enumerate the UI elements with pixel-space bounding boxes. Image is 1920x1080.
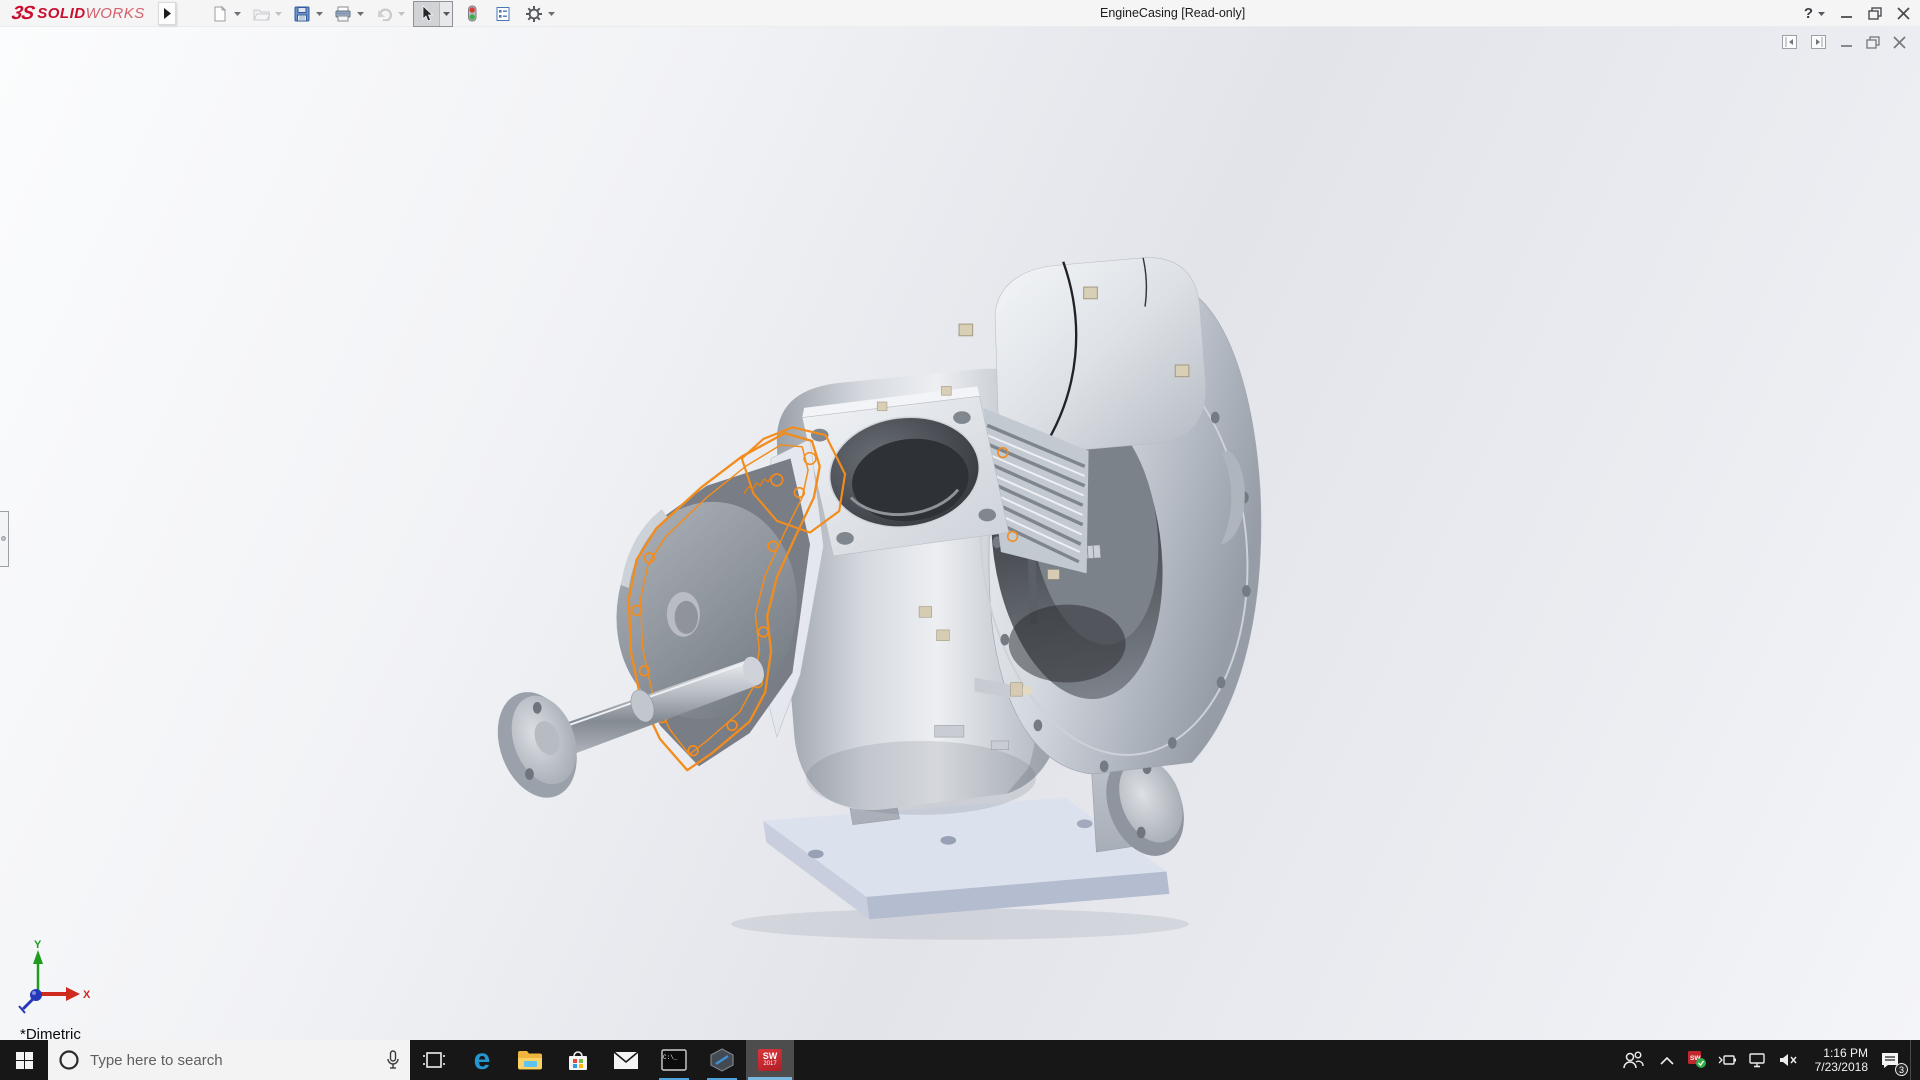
taskbar-app-command-prompt[interactable]: C:\_ [650,1040,698,1080]
show-hidden-icons-button[interactable] [1652,1040,1682,1080]
microphone-icon[interactable] [386,1050,400,1070]
logo-mark: 3S [9,2,36,24]
print-icon [335,6,351,21]
file-explorer-icon [518,1051,542,1070]
flyout-arrow-icon [164,8,171,19]
select-cursor-icon [422,5,434,22]
taskbar-clock[interactable]: 1:16 PM 7/23/2018 [1804,1040,1870,1080]
new-document-button[interactable] [208,2,232,26]
undo-icon [377,8,392,21]
taskbar-app-edge[interactable]: e [458,1040,506,1080]
chevron-up-icon [1660,1056,1674,1065]
graphics-viewport[interactable]: Y X *Dimetric [0,27,1920,1043]
orientation-triad: Y X [18,939,91,1014]
open-folder-icon [252,9,270,20]
open-button[interactable] [249,2,273,26]
rebuild-traffic-light-icon [468,5,477,22]
task-view-icon [423,1052,445,1068]
options-button[interactable] [522,2,546,26]
taskbar-app-solidworks[interactable]: SW 2017 [746,1040,794,1080]
network-icon [1749,1052,1765,1067]
new-document-caret[interactable] [232,2,242,26]
y-axis-arrow [33,950,43,964]
minimize-window-button[interactable] [1840,7,1853,20]
taskbar-search[interactable] [48,1040,410,1080]
volume-tray[interactable] [1772,1040,1804,1080]
quick-access-toolbar [208,0,563,27]
document-title: EngineCasing [Read-only] [1100,6,1246,20]
windows-taskbar: e C:\_ [0,1040,1920,1080]
close-window-button[interactable] [1897,7,1910,20]
taskbar-app-mail[interactable] [602,1040,650,1080]
taskbar-app-hexagon[interactable] [698,1040,746,1080]
options-caret[interactable] [546,2,556,26]
select-tool-group [413,0,453,27]
people-icon [1623,1051,1644,1069]
cortana-icon [59,1050,79,1070]
speaker-muted-icon [1780,1054,1797,1066]
title-bar: 3S SOLID WORKS EngineCasing [Read-only] … [0,0,1920,27]
start-button[interactable] [0,1040,48,1080]
triad-y-label: Y [34,939,42,951]
solidworks-window: 3S SOLID WORKS EngineCasing [Read-only] … [0,0,1920,1080]
print-button[interactable] [331,2,355,26]
notification-badge: 3 [1895,1063,1908,1076]
help-button[interactable]: ? [1804,5,1813,22]
hexagon-app-icon [710,1048,734,1072]
save-button[interactable] [290,2,314,26]
edge-icon: e [473,1043,491,1076]
solidworks-logo: 3S SOLID WORKS [9,2,145,24]
mail-icon [613,1050,639,1069]
solidworks-icon: SW 2017 [758,1049,782,1071]
task-view-button[interactable] [410,1040,458,1080]
triad-x-label: X [83,989,91,1001]
open-caret[interactable] [273,2,283,26]
taskbar-app-store[interactable] [554,1040,602,1080]
show-desktop-button[interactable] [1910,1040,1920,1080]
people-button[interactable] [1614,1040,1652,1080]
rebuild-button[interactable] [460,2,484,26]
save-caret[interactable] [314,2,324,26]
command-prompt-glyph: C:\_ [663,1054,678,1061]
solidworks-monitor-tray[interactable]: SW [1682,1040,1712,1080]
pane-left-button[interactable] [1782,35,1798,50]
x-axis-arrow [66,987,80,1001]
print-caret[interactable] [355,2,365,26]
close-document-button[interactable] [1893,36,1906,49]
undo-caret[interactable] [396,2,406,26]
store-icon [569,1051,587,1070]
undo-button[interactable] [372,2,396,26]
clock-time: 1:16 PM [1823,1046,1868,1060]
pane-right-button[interactable] [1811,35,1827,50]
file-properties-icon [496,6,510,21]
battery-plug-icon [1718,1055,1736,1065]
clock-date: 7/23/2018 [1814,1060,1868,1074]
gear-icon [526,5,542,22]
windows-logo-icon [15,1051,33,1069]
minimize-document-button[interactable] [1840,36,1853,49]
solidworks-check-icon: SW [1687,1051,1706,1068]
document-window-controls [1782,35,1906,50]
save-floppy-icon [294,6,310,21]
action-center-button[interactable]: 3 [1870,1040,1910,1080]
search-input[interactable] [90,1051,376,1069]
select-tool-caret[interactable] [439,1,452,26]
model-shadow [731,908,1189,940]
select-tool-button[interactable] [414,1,439,26]
menu-flyout-button[interactable] [158,2,176,25]
restore-window-button[interactable] [1868,7,1882,20]
file-properties-button[interactable] [491,2,515,26]
taskbar-app-file-explorer[interactable] [506,1040,554,1080]
new-document-icon [214,5,227,21]
power-tray[interactable] [1712,1040,1742,1080]
help-caret[interactable] [1818,11,1825,16]
restore-document-button[interactable] [1866,36,1880,49]
engine-casing-model[interactable] [0,27,1920,1040]
network-tray[interactable] [1742,1040,1772,1080]
